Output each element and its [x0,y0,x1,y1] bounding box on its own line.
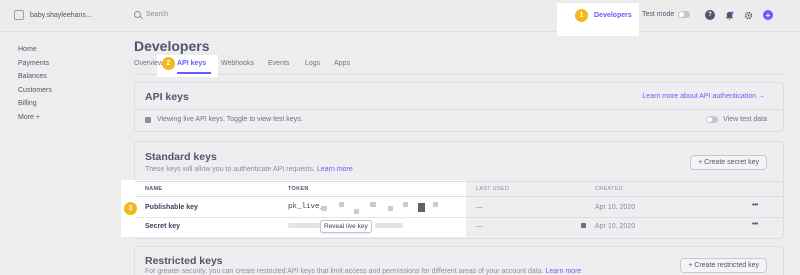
create-secret-key-button[interactable]: + Create secret key [690,155,767,170]
settings-icon[interactable] [743,10,753,20]
view-test-data-toggle[interactable]: View test data [706,116,767,123]
column-header-token: TOKEN [288,186,309,192]
search-placeholder: Search [146,11,169,18]
live-keys-info-text: Viewing live API keys. Toggle to view te… [157,116,303,123]
tab-logs[interactable]: Logs [305,60,320,67]
step-badge-2: 2 [162,57,175,70]
secret-key-last-used: — [476,223,483,230]
secret-key-name: Secret key [145,223,181,230]
info-icon [145,116,151,123]
secret-key-blurred-token [375,223,403,228]
publishable-key-token[interactable]: pk_live_ [288,203,324,211]
lock-icon [581,223,586,228]
create-plus-icon[interactable]: + [763,10,773,20]
test-mode-label: Test mode [642,11,675,18]
token-mask [339,202,344,207]
row-divider [466,217,783,218]
token-mask [388,206,393,211]
column-header-last-used: LAST USED [476,186,510,192]
sidebar-item-more[interactable]: More + [18,111,52,125]
sidebar-item-billing[interactable]: Billing [18,97,52,111]
secret-key-blurred-token [288,223,320,228]
tab-overview[interactable]: Overview [134,60,163,67]
secret-key-menu-button[interactable]: ••• [752,221,758,228]
secret-key-created: Apr 10, 2020 [595,223,636,230]
standard-keys-title: Standard keys [145,151,217,163]
toggle-switch[interactable] [678,11,691,18]
standard-keys-learn-more-link[interactable]: Learn more [317,166,353,173]
token-mask [433,202,438,207]
api-keys-title: API keys [145,91,189,103]
developers-link[interactable]: Developers [594,12,632,19]
publishable-key-name: Publishable key [145,204,198,211]
table-top-divider [135,181,783,182]
step-badge-3: 3 [124,202,137,215]
view-test-toggle-switch[interactable] [706,116,719,123]
sidebar: Home Payments Balances Customers Billing… [18,43,52,124]
tab-apps[interactable]: Apps [334,60,350,67]
publishable-key-created: Apr 10, 2020 [595,204,636,211]
tab-events[interactable]: Events [268,60,289,67]
restricted-keys-description: For greater security, you can create res… [145,268,582,275]
restricted-keys-title: Restricted keys [145,255,223,267]
tab-webhooks[interactable]: Webhooks [221,60,254,67]
page-title: Developers [134,38,210,54]
sidebar-item-payments[interactable]: Payments [18,57,52,71]
notifications-icon[interactable] [724,10,734,20]
header-divider [135,196,783,197]
publishable-key-last-used: — [476,204,483,211]
token-mask [418,203,425,212]
tabs-divider [134,74,784,75]
create-restricted-key-button[interactable]: + Create restricted key [680,258,767,273]
account-icon [14,10,24,20]
restricted-keys-learn-more-link[interactable]: Learn more [546,268,582,275]
account-name: baby.shayleehans... [30,11,92,19]
search-input[interactable]: Search [134,11,168,18]
tab-api-keys[interactable]: API keys [177,60,206,67]
publishable-key-menu-button[interactable]: ••• [752,202,758,209]
account-switcher[interactable]: baby.shayleehans... [14,10,92,20]
help-icon[interactable]: ? [705,10,715,20]
sidebar-item-balances[interactable]: Balances [18,70,52,84]
standard-keys-description: These keys will allow you to authenticat… [145,166,353,173]
column-header-name: NAME [145,186,163,192]
api-auth-link[interactable]: Learn more about API authentication → [642,93,765,100]
sidebar-item-home[interactable]: Home [18,43,52,57]
test-mode-toggle[interactable]: Test mode [642,11,691,18]
token-mask [403,202,408,207]
column-header-created: CREATED [595,186,623,192]
restricted-keys-card: Restricted keys For greater security, yo… [134,246,784,275]
reveal-live-key-button[interactable]: Reveal live key [320,220,372,233]
api-keys-card: API keys Learn more about API authentica… [134,82,784,132]
active-tab-indicator [177,72,211,74]
search-icon [134,11,141,18]
row-divider [135,217,466,218]
view-test-data-label: View test data [723,116,767,123]
step-badge-1: 1 [575,9,588,22]
sidebar-item-customers[interactable]: Customers [18,84,52,98]
token-mask [321,206,327,211]
token-mask [354,209,359,214]
token-mask [370,202,376,207]
developers-highlight [557,3,639,36]
live-keys-info: Viewing live API keys. Toggle to view te… [135,109,783,129]
